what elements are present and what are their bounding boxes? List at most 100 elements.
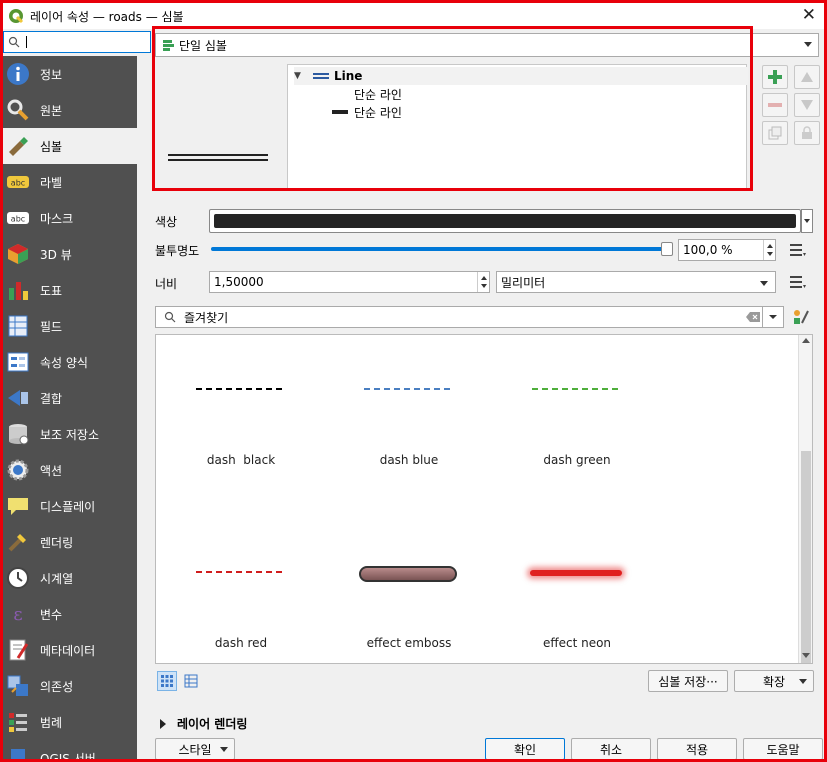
- sidebar-item-label: 보조 저장소: [40, 427, 100, 442]
- list-view-button[interactable]: [181, 671, 201, 691]
- color-button[interactable]: [209, 209, 801, 233]
- library-symbol-name: effect neon: [542, 636, 612, 650]
- style-manager-button[interactable]: [791, 307, 811, 327]
- sidebar-item[interactable]: 결합: [3, 380, 137, 416]
- ok-button[interactable]: 확인: [485, 738, 565, 760]
- color-dropdown-button[interactable]: [801, 209, 813, 233]
- preview-line-bottom: [168, 159, 268, 161]
- move-down-button[interactable]: [794, 93, 820, 117]
- sidebar-scrollbar[interactable]: [137, 56, 151, 759]
- simple-line-swatch-icon: [332, 110, 348, 114]
- sidebar-item[interactable]: 액션: [3, 452, 137, 488]
- spin-arrows-icon[interactable]: [477, 272, 489, 292]
- chevron-down-icon: [769, 315, 777, 319]
- sidebar-item[interactable]: 정보: [3, 56, 137, 92]
- actions-icon: [6, 458, 30, 482]
- sidebar-item[interactable]: 속성 양식: [3, 344, 137, 380]
- sidebar-item[interactable]: 의존성: [3, 668, 137, 704]
- sidebar-item[interactable]: 보조 저장소: [3, 416, 137, 452]
- remove-symbol-layer-button[interactable]: [762, 93, 788, 117]
- sidebar-item[interactable]: 디스플레이: [3, 488, 137, 524]
- symbol-layer-tree[interactable]: ▼ Line 단순 라인 단순 라인: [287, 64, 748, 190]
- expand-arrow-icon[interactable]: ▼: [294, 71, 308, 81]
- apply-button[interactable]: 적용: [657, 738, 737, 760]
- save-symbol-button[interactable]: 심볼 저장···: [648, 670, 728, 692]
- library-symbol-item[interactable]: dash black: [156, 345, 326, 515]
- sidebar-item[interactable]: 범례: [3, 704, 137, 740]
- expand-arrow-icon[interactable]: [159, 718, 167, 729]
- symbol-swatch: [196, 388, 282, 390]
- qgis-server-icon: [6, 746, 30, 759]
- sidebar-item-label: 정보: [40, 67, 63, 82]
- source-icon: [6, 98, 30, 122]
- sidebar-item-label: 마스크: [40, 211, 74, 226]
- library-symbol-item[interactable]: effect neon: [492, 528, 662, 663]
- duplicate-symbol-layer-button[interactable]: [762, 121, 788, 145]
- sidebar-item-label: 3D 뷰: [40, 247, 72, 262]
- symbol-library-list[interactable]: dash black dash blue dash green dash red eff…: [155, 334, 813, 664]
- unit-select[interactable]: 밀리미터: [496, 271, 776, 293]
- opacity-slider-track[interactable]: [211, 247, 667, 251]
- temporal-icon: [6, 566, 30, 590]
- attributes-form-icon: [6, 350, 30, 374]
- sidebar-search-input[interactable]: [3, 31, 151, 53]
- sidebar-item[interactable]: 필드: [3, 308, 137, 344]
- sidebar-item[interactable]: QGIS 서버: [3, 740, 137, 759]
- symbol-swatch: [359, 566, 457, 582]
- symbol-swatch: [532, 388, 618, 390]
- text-caret: [26, 36, 27, 48]
- chevron-down-icon: [804, 219, 810, 223]
- library-symbol-name: effect emboss: [366, 636, 452, 650]
- data-defined-override-button[interactable]: [787, 240, 807, 260]
- tree-row-layer-2[interactable]: 단순 라인: [332, 103, 402, 121]
- sidebar-item[interactable]: 도표: [3, 272, 137, 308]
- list-icon: [184, 674, 198, 688]
- icon-view-button[interactable]: [157, 671, 177, 691]
- clear-icon[interactable]: [746, 312, 760, 322]
- sidebar-item[interactable]: 심볼: [3, 128, 137, 164]
- library-symbol-item[interactable]: dash green: [492, 345, 662, 515]
- help-button[interactable]: 도움말: [743, 738, 823, 760]
- title-bar: 레이어 속성 — roads — 심볼 ✕: [3, 3, 824, 29]
- chevron-down-icon: [804, 42, 812, 47]
- width-spinbox[interactable]: 1,50000: [209, 271, 490, 293]
- cancel-button[interactable]: 취소: [571, 738, 651, 760]
- data-defined-override-button[interactable]: [787, 272, 807, 292]
- sidebar-item[interactable]: 원본: [3, 92, 137, 128]
- svg-text:ε: ε: [13, 604, 22, 625]
- library-scrollbar[interactable]: [798, 335, 812, 663]
- library-symbol-item[interactable]: dash blue: [324, 345, 494, 515]
- labels-icon: abc: [6, 170, 30, 194]
- lock-icon: [802, 126, 812, 139]
- preview-line-top: [168, 154, 268, 156]
- spin-arrows-icon[interactable]: [763, 240, 775, 260]
- advanced-button[interactable]: 확장: [734, 670, 814, 692]
- dependencies-icon: [6, 674, 30, 698]
- sidebar-item[interactable]: 렌더링: [3, 524, 137, 560]
- sidebar-item[interactable]: 메타데이터: [3, 632, 137, 668]
- tree-row-root[interactable]: ▼ Line: [294, 67, 748, 85]
- move-up-button[interactable]: [794, 65, 820, 89]
- display-icon: [6, 494, 30, 518]
- library-symbol-item[interactable]: dash red: [156, 528, 326, 663]
- width-value: 1,50000: [214, 275, 264, 289]
- library-symbol-item[interactable]: effect emboss: [324, 528, 494, 663]
- style-menu-button[interactable]: 스타일: [155, 738, 235, 760]
- renderer-type-select[interactable]: 단일 심볼: [155, 33, 819, 57]
- filter-dropdown-button[interactable]: [762, 306, 784, 328]
- opacity-slider-handle[interactable]: [661, 242, 673, 256]
- sidebar-item-label: 메타데이터: [40, 643, 96, 658]
- layer-rendering-section[interactable]: 레이어 렌더링: [159, 715, 247, 732]
- sidebar-item-label: 필드: [40, 319, 63, 334]
- close-icon[interactable]: ✕: [802, 6, 816, 24]
- sidebar-item[interactable]: 시계열: [3, 560, 137, 596]
- symbol-filter-input[interactable]: 즐겨찾기: [155, 306, 767, 328]
- sidebar-item[interactable]: abc 마스크: [3, 200, 137, 236]
- sidebar-item[interactable]: 3D 뷰: [3, 236, 137, 272]
- sidebar-item[interactable]: ε 변수: [3, 596, 137, 632]
- opacity-spinbox[interactable]: 100,0 %: [678, 239, 776, 261]
- sidebar-item[interactable]: abc 라벨: [3, 164, 137, 200]
- lock-layer-button[interactable]: [794, 121, 820, 145]
- add-symbol-layer-button[interactable]: [762, 65, 788, 89]
- tree-row-layer-1[interactable]: 단순 라인: [354, 85, 402, 103]
